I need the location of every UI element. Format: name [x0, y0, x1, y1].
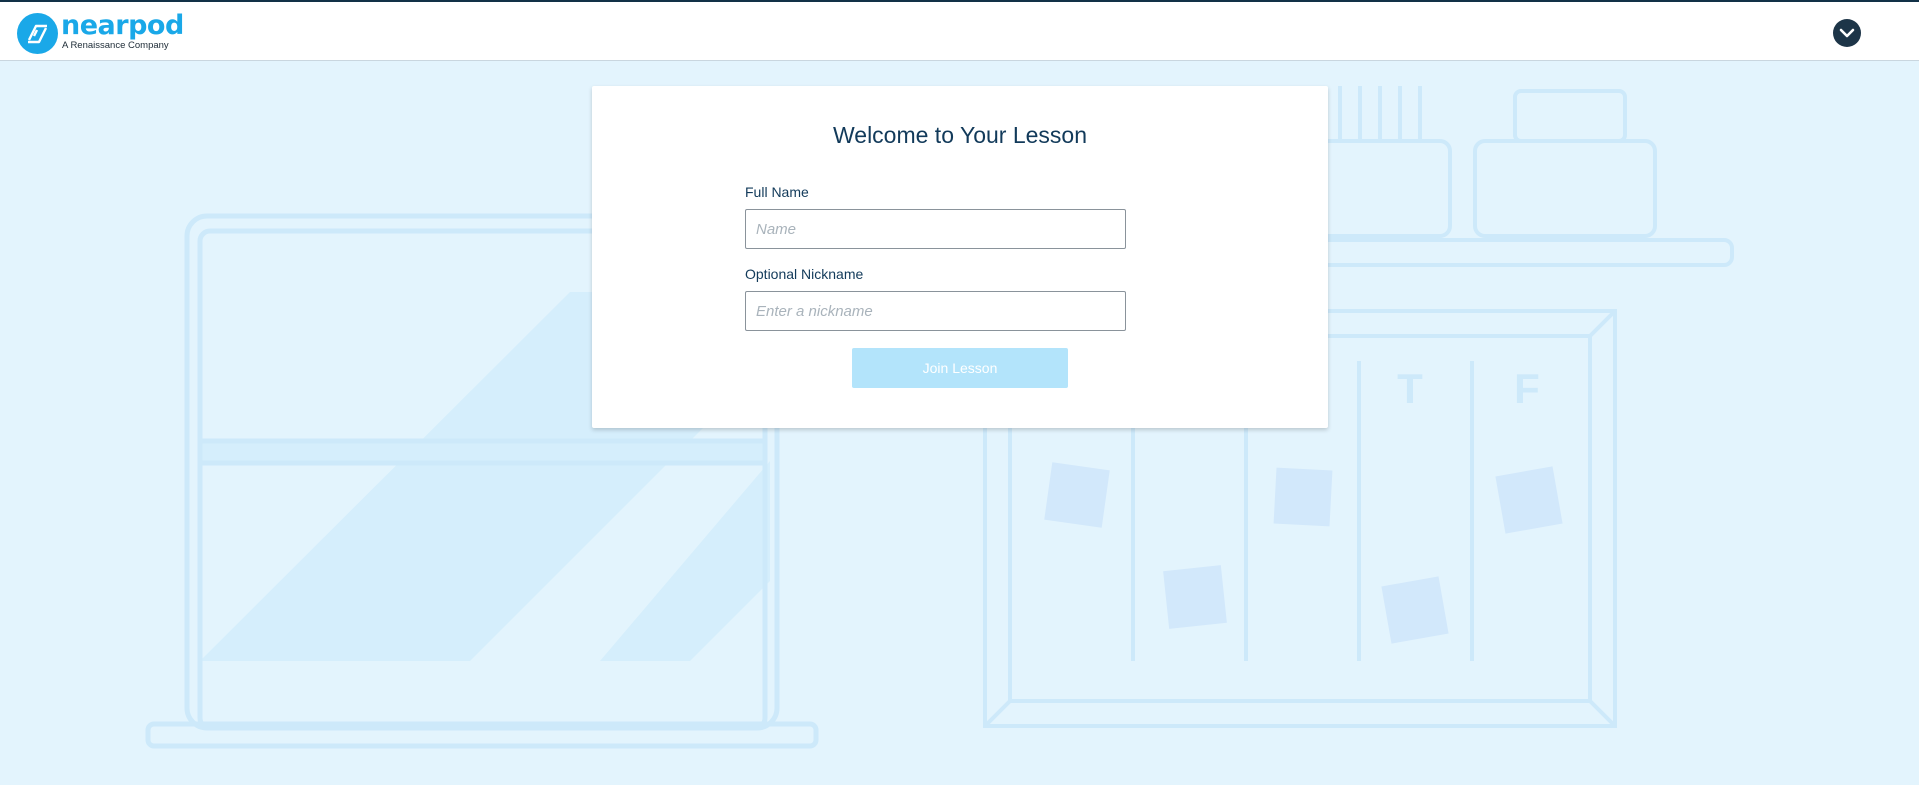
shelf-illustration [1298, 86, 1734, 267]
calendar-letter-t: T [1397, 365, 1423, 412]
nearpod-logo[interactable]: nearpod A Renaissance Company [17, 11, 184, 55]
chevron-down-icon [1839, 28, 1855, 38]
nearpod-logo-icon [17, 12, 58, 54]
page-title: Welcome to Your Lesson [832, 122, 1087, 148]
calendar-letter-f: F [1514, 365, 1540, 412]
join-lesson-button[interactable]: Join Lesson [852, 348, 1068, 388]
join-lesson-card: Welcome to Your Lesson Full Name Optiona… [592, 86, 1328, 428]
logo-wordmark: nearpod [61, 9, 184, 41]
account-menu-toggle[interactable] [1833, 19, 1861, 47]
nickname-label: Optional Nickname [745, 266, 864, 282]
full-name-input[interactable] [745, 209, 1126, 249]
full-name-label: Full Name [745, 184, 809, 200]
top-header: nearpod A Renaissance Company [0, 2, 1919, 61]
nickname-input[interactable] [745, 291, 1126, 331]
logo-subtitle: A Renaissance Company [62, 39, 169, 51]
